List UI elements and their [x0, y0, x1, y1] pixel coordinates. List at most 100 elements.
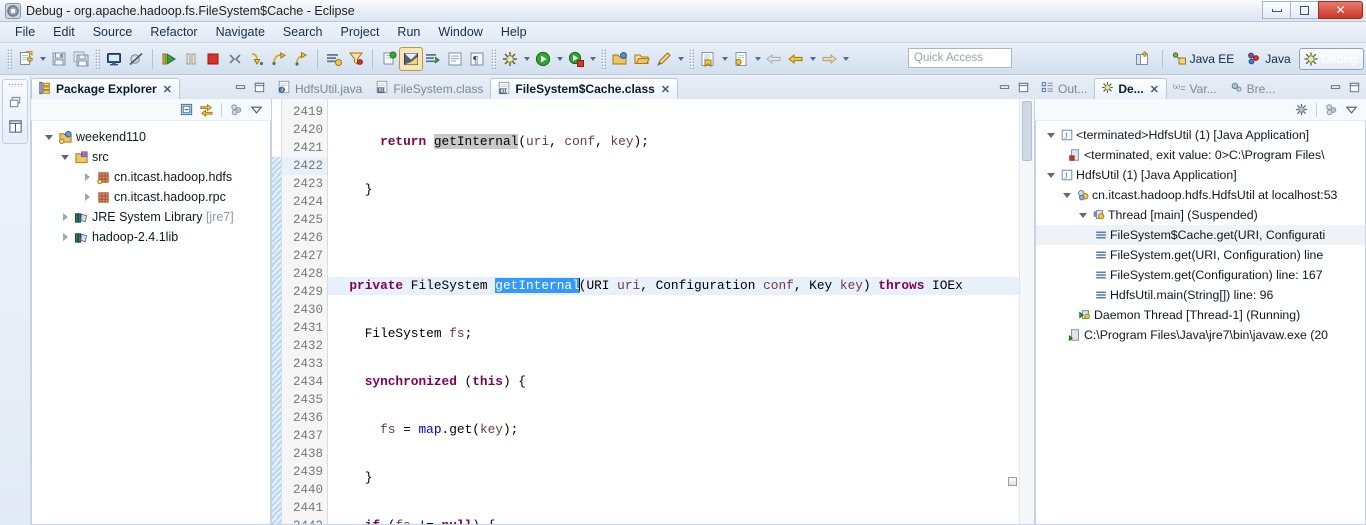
forward-arrow-icon[interactable]	[818, 48, 840, 70]
restore-icon[interactable]	[5, 92, 25, 112]
menu-edit[interactable]: Edit	[44, 23, 84, 41]
step-return-icon[interactable]	[290, 48, 312, 70]
tab-filesystem-class[interactable]: 010 FileSystem.class	[369, 78, 490, 99]
annotation-ruler[interactable]	[272, 99, 282, 524]
menu-file[interactable]: File	[6, 23, 44, 41]
remove-all-terminated-icon[interactable]	[1293, 102, 1310, 118]
debug-item-debug-target[interactable]: cn.itcast.hadoop.hdfs.HdfsUtil at localh…	[1036, 185, 1365, 205]
debug-icon[interactable]	[499, 48, 521, 70]
open-task-icon[interactable]	[631, 48, 653, 70]
twisty-open-icon[interactable]	[1044, 125, 1058, 145]
new-wizard-icon[interactable]	[15, 48, 37, 70]
view-menu-icon[interactable]	[1343, 102, 1360, 118]
new-class-dropdown[interactable]	[752, 48, 763, 70]
tab-package-explorer[interactable]: Package Explorer ✕	[31, 78, 180, 99]
menu-search[interactable]: Search	[274, 23, 332, 41]
tab-outline[interactable]: Out...	[1035, 78, 1094, 99]
close-tab-icon[interactable]: ✕	[1150, 83, 1159, 96]
use-step-filters-icon[interactable]	[345, 48, 367, 70]
scrollbar-thumb[interactable]	[1022, 101, 1032, 161]
perspective-java-ee[interactable]: Java EE	[1167, 48, 1242, 70]
tab-debug[interactable]: De... ✕	[1094, 78, 1167, 99]
twisty-closed-icon[interactable]	[58, 207, 72, 227]
tab-hdfsutil-java[interactable]: J HdfsUtil.java	[271, 78, 369, 99]
view-menu-icon[interactable]	[248, 102, 265, 118]
twisty-open-icon[interactable]	[1060, 185, 1074, 205]
toolbar-grip[interactable]	[7, 48, 12, 69]
coverage-dropdown[interactable]	[587, 48, 598, 70]
perspective-debug[interactable]: Debug	[1298, 47, 1364, 70]
back-arrow-icon[interactable]	[763, 48, 785, 70]
new-java-project-icon[interactable]	[697, 48, 719, 70]
prev-arrow-icon[interactable]	[785, 48, 807, 70]
coverage-icon[interactable]	[565, 48, 587, 70]
minimize-view-icon[interactable]	[1327, 79, 1344, 95]
tree-item-jre-system-library[interactable]: JRE System Library [jre7]	[32, 207, 270, 227]
tree-item-src[interactable]: src	[32, 147, 270, 167]
toolbar-grip-2[interactable]	[95, 48, 100, 69]
menu-help[interactable]: Help	[492, 23, 536, 41]
twisty-open-icon[interactable]	[42, 127, 56, 147]
collapse-all-icon[interactable]	[178, 102, 195, 118]
debug-item-terminated-process[interactable]: <terminated, exit value: 0>C:\Program Fi…	[1036, 145, 1365, 165]
debug-item-daemon-thread[interactable]: Daemon Thread [Thread-1] (Running)	[1036, 305, 1365, 325]
maximize-view-icon[interactable]	[1015, 79, 1032, 95]
overview-ruler-mark[interactable]	[1008, 477, 1017, 486]
twisty-open-icon[interactable]	[1044, 165, 1058, 185]
next-annotation-icon[interactable]	[378, 48, 400, 70]
run-icon[interactable]	[532, 48, 554, 70]
new-dropdown-arrow[interactable]	[37, 48, 48, 70]
debug-item-stack-frame-filesystem-get-uri[interactable]: FileSystem.get(URI, Configuration) line	[1036, 245, 1365, 265]
debug-item-stack-frame-hdfsutil-main[interactable]: HdfsUtil.main(String[]) line: 96	[1036, 285, 1365, 305]
twisty-open-icon[interactable]	[58, 147, 72, 167]
run-dropdown[interactable]	[554, 48, 565, 70]
skip-all-breakpoints-icon[interactable]	[125, 48, 147, 70]
editor-vertical-scrollbar[interactable]	[1019, 99, 1034, 524]
toolbar-grip-4[interactable]	[601, 48, 606, 69]
save-all-icon[interactable]	[70, 48, 92, 70]
menu-run[interactable]: Run	[388, 23, 429, 41]
toolbar-grip-3[interactable]	[491, 48, 496, 69]
search-icon[interactable]	[653, 48, 675, 70]
step-over-icon[interactable]	[268, 48, 290, 70]
resume-icon[interactable]	[158, 48, 180, 70]
debug-item-thread-main[interactable]: Thread [main] (Suspended)	[1036, 205, 1365, 225]
minimize-view-icon[interactable]	[232, 79, 249, 95]
close-tab-icon[interactable]: ✕	[661, 83, 670, 96]
toolbar-grip-5[interactable]	[689, 48, 694, 69]
close-tab-icon[interactable]: ✕	[163, 83, 172, 96]
debug-item-process-javaw[interactable]: C:\Program Files\Java\jre7\bin\javaw.exe…	[1036, 325, 1365, 345]
maximize-view-icon[interactable]	[251, 79, 268, 95]
debug-dropdown[interactable]	[521, 48, 532, 70]
step-into-icon[interactable]	[246, 48, 268, 70]
forward-dropdown[interactable]	[840, 48, 851, 70]
focus-on-active-task-icon[interactable]	[228, 102, 245, 118]
minimize-view-icon[interactable]	[996, 79, 1013, 95]
twisty-closed-icon[interactable]	[80, 187, 94, 207]
back-icon[interactable]	[444, 48, 466, 70]
suspend-icon[interactable]	[180, 48, 202, 70]
minimize-button[interactable]	[1262, 1, 1291, 19]
last-edit-location-icon[interactable]	[422, 48, 444, 70]
new-class-icon[interactable]	[730, 48, 752, 70]
twisty-open-icon[interactable]	[1076, 205, 1090, 225]
fast-view-grip[interactable]	[8, 83, 22, 87]
source-code-area[interactable]: return getInternal(uri, conf, key); } pr…	[328, 99, 1034, 524]
close-button[interactable]: ✕	[1318, 1, 1363, 19]
debug-item-stack-frame-filesystem-cache-get[interactable]: FileSystem$Cache.get(URI, Configurati	[1036, 225, 1365, 245]
tree-item-cn-itcast-hadoop-hdfs[interactable]: cn.itcast.hadoop.hdfs	[32, 167, 270, 187]
prev-dropdown[interactable]	[807, 48, 818, 70]
forward-icon[interactable]: ¶	[466, 48, 488, 70]
maximize-button[interactable]	[1290, 1, 1319, 19]
tree-item-cn-itcast-hadoop-rpc[interactable]: cn.itcast.hadoop.rpc	[32, 187, 270, 207]
tree-item-weekend110[interactable]: weekend110	[32, 127, 270, 147]
link-with-editor-icon[interactable]	[198, 102, 215, 118]
maximize-view-icon[interactable]	[1346, 79, 1363, 95]
twisty-closed-icon[interactable]	[80, 167, 94, 187]
menu-window[interactable]: Window	[429, 23, 491, 41]
menu-navigate[interactable]: Navigate	[207, 23, 274, 41]
new-java-console-icon[interactable]	[103, 48, 125, 70]
previous-annotation-icon[interactable]	[399, 46, 423, 71]
tab-variables[interactable]: ⁽ˣ⁾= Var...	[1167, 78, 1224, 99]
debug-item-active-launch[interactable]: J HdfsUtil (1) [Java Application]	[1036, 165, 1365, 185]
